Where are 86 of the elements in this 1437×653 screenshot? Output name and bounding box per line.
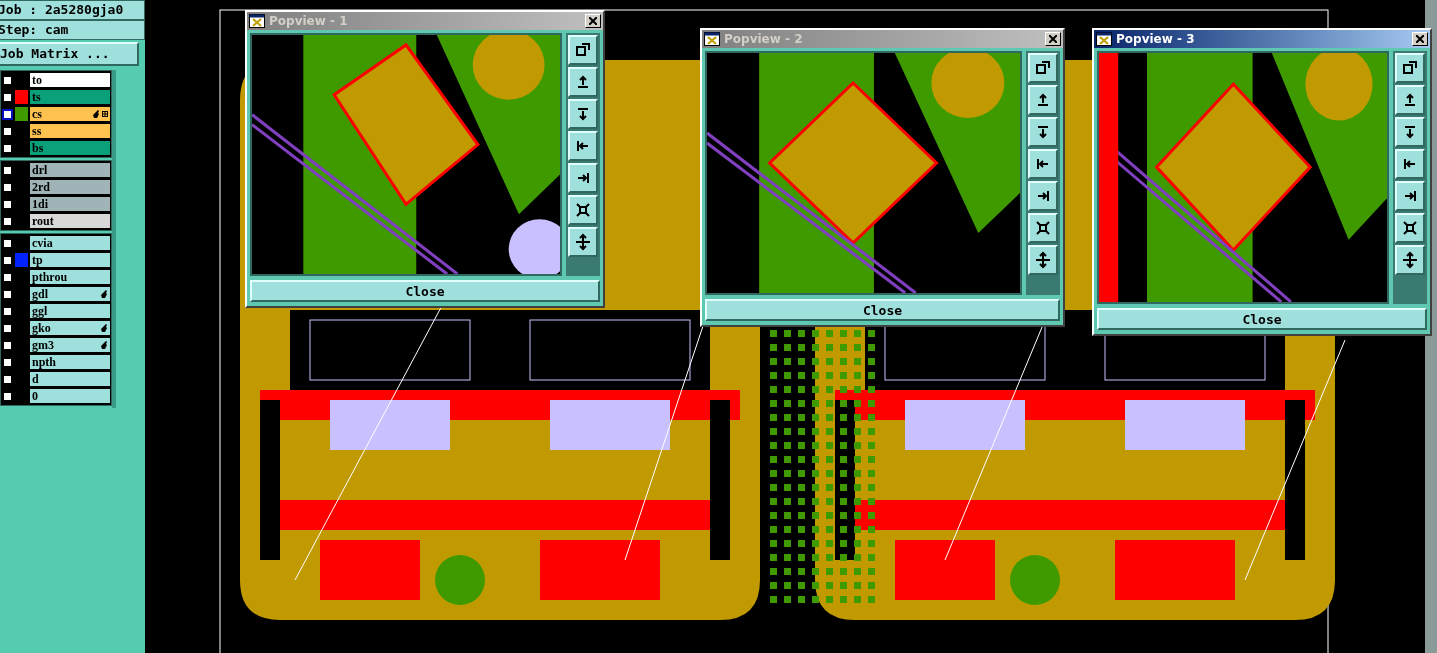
hand-icon [100, 324, 108, 332]
view-tool-button[interactable] [1028, 245, 1058, 275]
close-button[interactable]: Close [1097, 308, 1427, 330]
layer-name-item[interactable]: gko [30, 321, 110, 335]
view-tool-button[interactable] [568, 227, 598, 257]
layer-checkbox[interactable] [2, 215, 13, 227]
layer-checkbox[interactable] [2, 74, 13, 86]
layer-name-item[interactable]: bs [30, 141, 110, 155]
layer-name-item[interactable]: npth [30, 355, 110, 369]
layer-checkbox[interactable] [2, 164, 13, 176]
view-tool-button[interactable] [1395, 181, 1425, 211]
close-button[interactable]: Close [705, 299, 1060, 321]
view-tool-button[interactable] [1028, 85, 1058, 115]
layer-checkbox[interactable] [2, 356, 13, 368]
layer-checkbox[interactable] [2, 142, 13, 154]
grid-icon [102, 111, 108, 117]
view-tool-button[interactable] [568, 99, 598, 129]
layer-name-item[interactable]: gdl [30, 287, 110, 301]
hand-icon [100, 341, 108, 349]
view-tool-icon [1401, 251, 1419, 269]
app-icon [1096, 32, 1112, 46]
layer-checkbox[interactable] [2, 254, 13, 266]
view-tool-icon [1034, 251, 1052, 269]
hand-icon [92, 110, 100, 118]
view-tool-button[interactable] [1028, 117, 1058, 147]
layer-name-item[interactable]: 1di [30, 197, 110, 211]
view-tool-icon [574, 41, 592, 59]
layer-checkbox[interactable] [2, 125, 13, 137]
view-tool-icon [1034, 59, 1052, 77]
view-tool-button[interactable] [568, 35, 598, 65]
layer-name-item[interactable]: tp [30, 253, 110, 267]
layer-name-item[interactable]: drl [30, 163, 110, 177]
view-tool-button[interactable] [1395, 213, 1425, 243]
layer-checkbox[interactable] [2, 288, 13, 300]
job-matrix-button[interactable]: Job Matrix ... [0, 42, 139, 66]
view-tool-button[interactable] [1395, 85, 1425, 115]
layer-checkbox[interactable] [2, 237, 13, 249]
app-icon [704, 32, 720, 46]
window-title: Popview - 3 [1116, 31, 1196, 48]
layer-name-item[interactable]: pthrou [30, 270, 110, 284]
layer-checkbox[interactable] [2, 181, 13, 193]
view-tool-button[interactable] [1395, 149, 1425, 179]
layer-checkbox[interactable] [2, 198, 13, 210]
layer-checkbox[interactable] [2, 91, 13, 103]
view-tool-icon [1034, 219, 1052, 237]
close-button[interactable]: Close [250, 280, 600, 302]
layer-name-item[interactable]: rout [30, 214, 110, 228]
layer-name-item[interactable]: cs [30, 107, 110, 121]
layer-name-item[interactable]: ggl [30, 304, 110, 318]
layer-checkbox[interactable] [2, 339, 13, 351]
close-icon[interactable] [1045, 32, 1061, 46]
view-tool-icon [574, 233, 592, 251]
view-tool-button[interactable] [568, 67, 598, 97]
app-icon [249, 14, 265, 28]
layer-name-item[interactable]: cvia [30, 236, 110, 250]
view-tool-button[interactable] [568, 163, 598, 193]
view-tool-button[interactable] [1395, 53, 1425, 83]
view-tool-button[interactable] [568, 131, 598, 161]
layer-name-item[interactable]: gm3 [30, 338, 110, 352]
layer-checkbox[interactable] [2, 108, 13, 120]
view-tool-button[interactable] [1028, 53, 1058, 83]
view-tool-icon [1401, 59, 1419, 77]
layer-checkbox[interactable] [2, 305, 13, 317]
close-icon[interactable] [585, 14, 601, 28]
layer-name-item[interactable]: 0 [30, 389, 110, 403]
close-icon[interactable] [1412, 32, 1428, 46]
layer-checkbox[interactable] [2, 390, 13, 402]
view-tool-icon [574, 201, 592, 219]
view-tool-button[interactable] [1028, 213, 1058, 243]
view-tool-button[interactable] [1028, 181, 1058, 211]
layer-name-item[interactable]: to [30, 73, 110, 87]
layer-name-item[interactable]: ts [30, 90, 110, 104]
view-tool-button[interactable] [1395, 245, 1425, 275]
layer-name-item[interactable]: ss [30, 124, 110, 138]
view-tool-button[interactable] [1028, 149, 1058, 179]
view-tool-button[interactable] [568, 195, 598, 225]
view-tool-button[interactable] [1395, 117, 1425, 147]
layer-name-item[interactable]: 2rd [30, 180, 110, 194]
layer-checkbox[interactable] [2, 271, 13, 283]
view-tool-icon [1401, 219, 1419, 237]
window-title: Popview - 2 [724, 31, 804, 48]
layer-name-item[interactable]: d [30, 372, 110, 386]
window-title: Popview - 1 [269, 13, 349, 30]
layer-checkbox[interactable] [2, 322, 13, 334]
layer-checkbox[interactable] [2, 373, 13, 385]
hand-icon [100, 290, 108, 298]
